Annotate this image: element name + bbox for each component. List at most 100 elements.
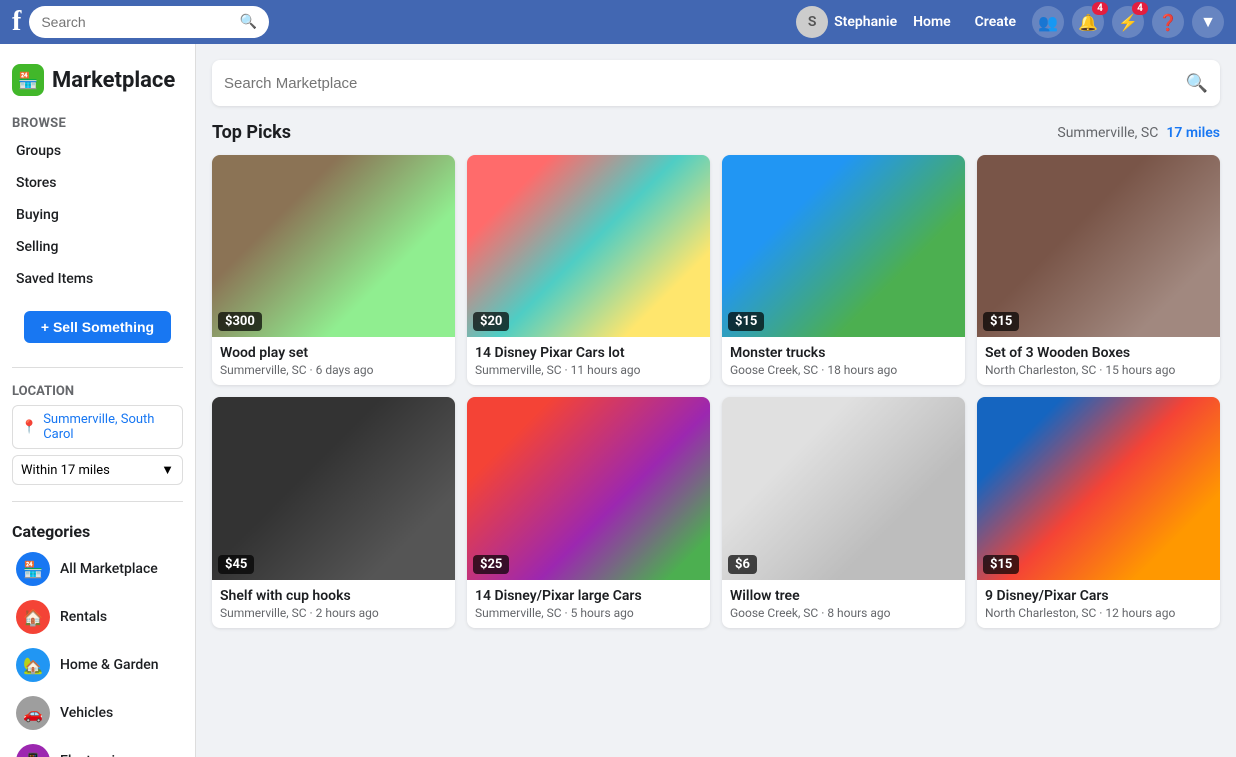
electronics-icon: 📱 [16, 744, 50, 757]
rentals-icon: 🏠 [16, 600, 50, 634]
home-link[interactable]: Home [905, 14, 959, 30]
product-image-wrap: $300 [212, 155, 455, 337]
product-price: $25 [473, 555, 509, 574]
marketplace-search-button[interactable]: 🔍 [1186, 73, 1208, 94]
product-card[interactable]: $25 14 Disney/Pixar large Cars Summervil… [467, 397, 710, 627]
product-image [467, 397, 710, 579]
product-meta: Summerville, SC · 2 hours ago [220, 606, 447, 620]
main-content: 🔍 Top Picks Summerville, SC 17 miles $30… [196, 44, 1236, 757]
bell-icon: 🔔 [1078, 13, 1098, 32]
cat-item-rentals[interactable]: 🏠 Rentals [4, 593, 191, 641]
product-name: 14 Disney/Pixar large Cars [475, 588, 702, 604]
product-price: $6 [728, 555, 757, 574]
sidebar: 🏪 Marketplace Browse Groups Stores Buyin… [0, 44, 196, 757]
product-card[interactable]: $20 14 Disney Pixar Cars lot Summerville… [467, 155, 710, 385]
nav-right-section: S Stephanie Home Create 👥 🔔 4 ⚡ 4 ❓ ▼ [796, 6, 1224, 38]
sidebar-item-groups[interactable]: Groups [4, 135, 191, 167]
help-btn[interactable]: ❓ [1152, 6, 1184, 38]
location-input[interactable]: 📍 Summerville, South Carol [12, 405, 183, 449]
sidebar-item-saved[interactable]: Saved Items [4, 263, 191, 295]
product-meta: North Charleston, SC · 15 hours ago [985, 363, 1212, 377]
product-card[interactable]: $15 9 Disney/Pixar Cars North Charleston… [977, 397, 1220, 627]
product-card[interactable]: $15 Monster trucks Goose Creek, SC · 18 … [722, 155, 965, 385]
global-search-bar[interactable]: 🔍 [29, 6, 269, 38]
cat-name-electronics: Electronics [60, 753, 130, 757]
miles-select[interactable]: Within 17 miles ▼ [12, 455, 183, 485]
product-info: Set of 3 Wooden Boxes North Charleston, … [977, 337, 1220, 385]
chevron-down-icon: ▼ [1200, 12, 1216, 32]
lightning-icon: ⚡ [1118, 13, 1138, 32]
sidebar-item-selling[interactable]: Selling [4, 231, 191, 263]
notifications-btn[interactable]: 🔔 4 [1072, 6, 1104, 38]
cat-name-vehicles: Vehicles [60, 705, 113, 721]
cat-name-all-marketplace: All Marketplace [60, 561, 158, 577]
cat-item-home-garden[interactable]: 🏡 Home & Garden [4, 641, 191, 689]
product-info: 14 Disney/Pixar large Cars Summerville, … [467, 580, 710, 628]
location-city-text: Summerville, South Carol [43, 412, 174, 442]
cat-item-all-marketplace[interactable]: 🏪 All Marketplace [4, 545, 191, 593]
product-info: Shelf with cup hooks Summerville, SC · 2… [212, 580, 455, 628]
product-card[interactable]: $45 Shelf with cup hooks Summerville, SC… [212, 397, 455, 627]
top-picks-title: Top Picks [212, 122, 291, 143]
product-image [212, 155, 455, 337]
cat-item-vehicles[interactable]: 🚗 Vehicles [4, 689, 191, 737]
create-link[interactable]: Create [967, 14, 1024, 30]
question-icon: ❓ [1158, 13, 1178, 32]
product-image [722, 155, 965, 337]
chevron-down-icon: ▼ [161, 462, 174, 478]
product-card[interactable]: $6 Willow tree Goose Creek, SC · 8 hours… [722, 397, 965, 627]
sidebar-title-text: Marketplace [52, 68, 175, 93]
product-info: 9 Disney/Pixar Cars North Charleston, SC… [977, 580, 1220, 628]
product-name: Wood play set [220, 345, 447, 361]
product-card[interactable]: $300 Wood play set Summerville, SC · 6 d… [212, 155, 455, 385]
within-miles-text: Within 17 miles [21, 463, 110, 478]
product-image-wrap: $15 [722, 155, 965, 337]
product-image [212, 397, 455, 579]
product-info: Monster trucks Goose Creek, SC · 18 hour… [722, 337, 965, 385]
product-card[interactable]: $15 Set of 3 Wooden Boxes North Charlest… [977, 155, 1220, 385]
marketplace-search-bar[interactable]: 🔍 [212, 60, 1220, 106]
saved-items-label: Saved Items [16, 271, 93, 287]
sidebar-item-buying[interactable]: Buying [4, 199, 191, 231]
page-layout: 🏪 Marketplace Browse Groups Stores Buyin… [0, 44, 1236, 757]
product-price: $15 [983, 555, 1019, 574]
alerts-btn[interactable]: ⚡ 4 [1112, 6, 1144, 38]
dropdown-btn[interactable]: ▼ [1192, 6, 1224, 38]
product-meta: Summerville, SC · 6 days ago [220, 363, 447, 377]
location-pin-icon: 📍 [21, 420, 37, 435]
product-image [467, 155, 710, 337]
global-search-input[interactable] [41, 14, 240, 30]
selling-label: Selling [16, 239, 58, 255]
product-info: 14 Disney Pixar Cars lot Summerville, SC… [467, 337, 710, 385]
product-meta: Goose Creek, SC · 18 hours ago [730, 363, 957, 377]
product-image [977, 397, 1220, 579]
cat-name-rentals: Rentals [60, 609, 107, 625]
product-name: 14 Disney Pixar Cars lot [475, 345, 702, 361]
friends-icon-btn[interactable]: 👥 [1032, 6, 1064, 38]
stores-label: Stores [16, 175, 56, 191]
product-price: $45 [218, 555, 254, 574]
categories-label: Categories [0, 510, 195, 545]
all-marketplace-icon: 🏪 [16, 552, 50, 586]
sell-something-button[interactable]: + Sell Something [24, 311, 171, 343]
top-picks-miles: 17 miles [1166, 125, 1220, 141]
location-info: Summerville, SC 17 miles [1057, 125, 1220, 141]
divider-2 [12, 501, 183, 502]
product-name: Willow tree [730, 588, 957, 604]
marketplace-search-input[interactable] [224, 75, 1186, 92]
product-price: $300 [218, 312, 262, 331]
location-label: Location [12, 384, 183, 399]
cat-item-electronics[interactable]: 📱 Electronics [4, 737, 191, 757]
product-meta: Summerville, SC · 5 hours ago [475, 606, 702, 620]
product-image-wrap: $15 [977, 397, 1220, 579]
sidebar-item-stores[interactable]: Stores [4, 167, 191, 199]
top-navigation: f 🔍 S Stephanie Home Create 👥 🔔 4 ⚡ 4 ❓ [0, 0, 1236, 44]
facebook-logo: f [12, 6, 21, 38]
product-image-wrap: $20 [467, 155, 710, 337]
search-icon: 🔍 [240, 14, 257, 30]
product-price: $15 [728, 312, 764, 331]
product-meta: Goose Creek, SC · 8 hours ago [730, 606, 957, 620]
product-name: 9 Disney/Pixar Cars [985, 588, 1212, 604]
nav-user[interactable]: S Stephanie [796, 6, 897, 38]
product-price: $15 [983, 312, 1019, 331]
